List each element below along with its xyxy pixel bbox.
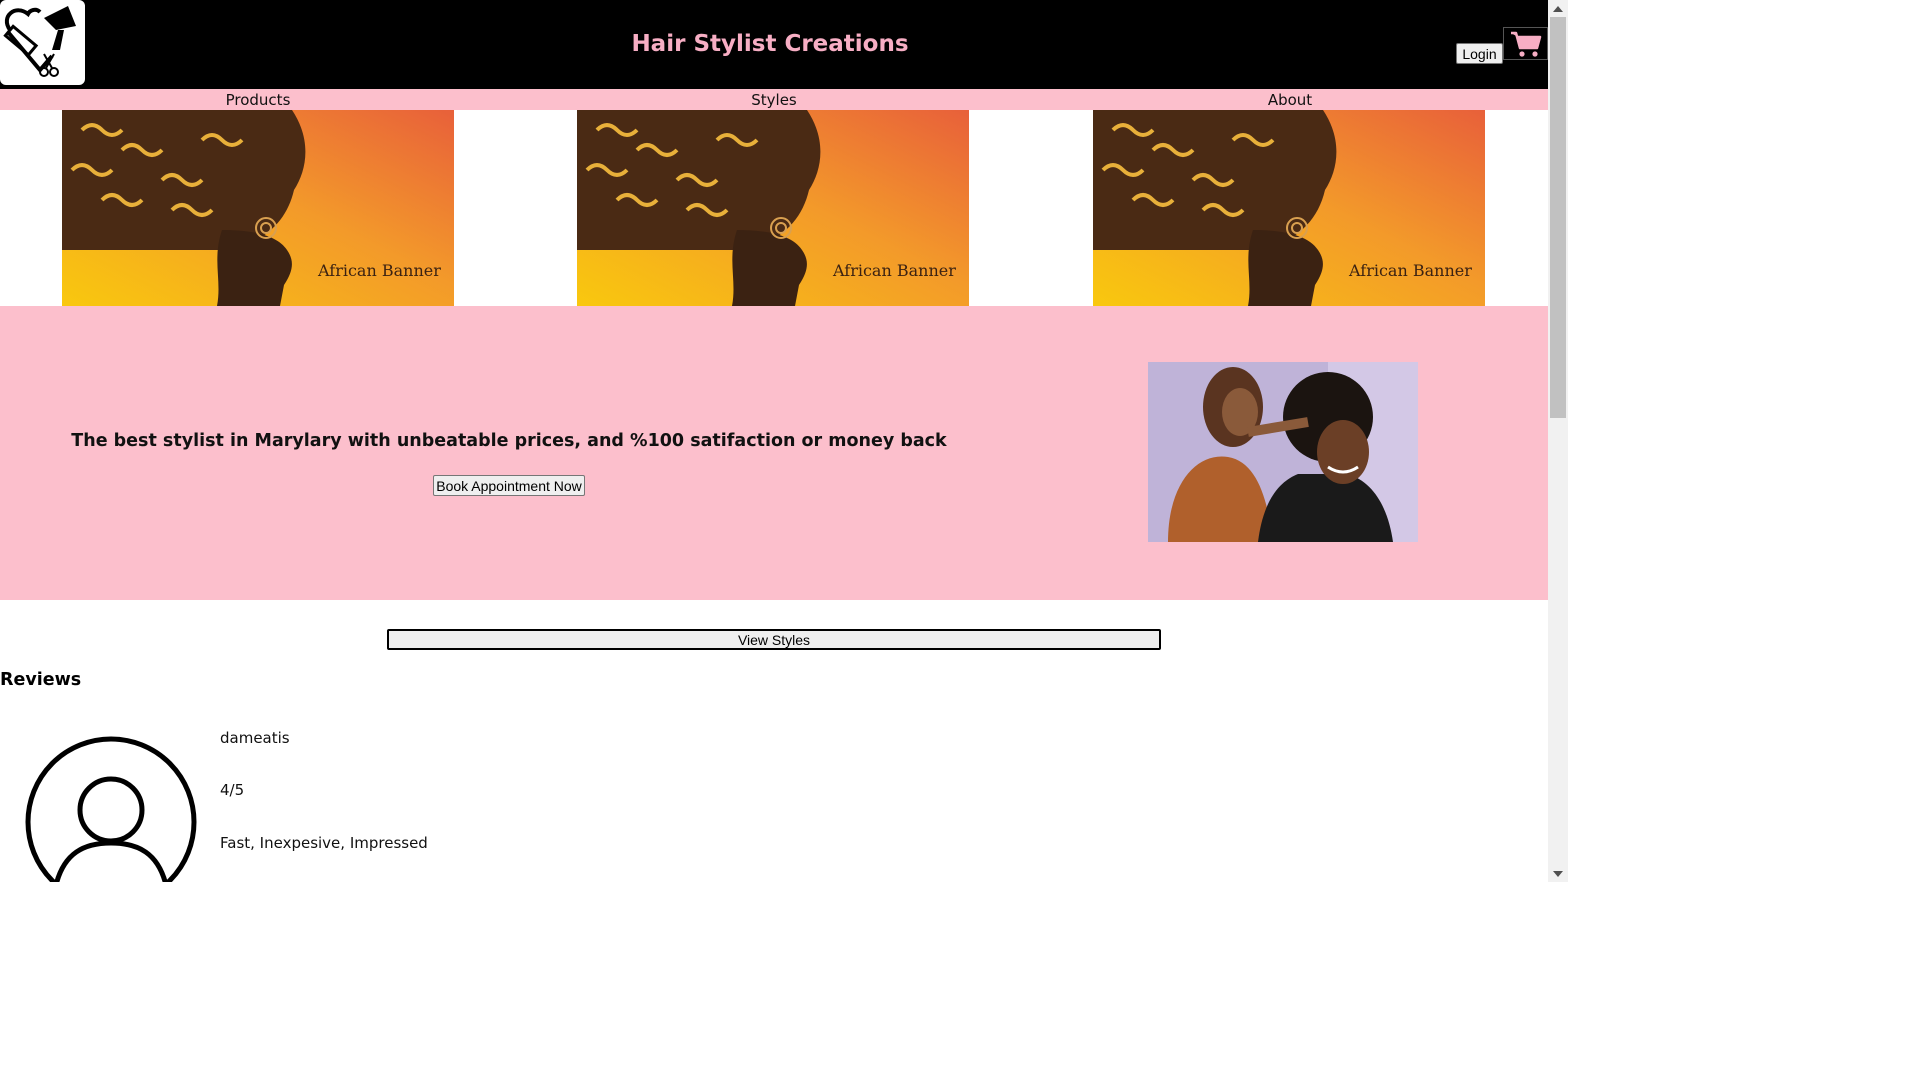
login-button[interactable]: Login bbox=[1456, 43, 1503, 64]
cart-button[interactable] bbox=[1503, 27, 1548, 60]
review-rating: 4/5 bbox=[220, 781, 245, 799]
scrollbar-thumb[interactable] bbox=[1550, 17, 1566, 418]
svg-text:African Banner: African Banner bbox=[832, 261, 956, 280]
banner-row: African Banner African Banner African Ba… bbox=[0, 110, 1548, 306]
page: Hair Stylist Creations Login Products St… bbox=[0, 0, 1568, 882]
scroll-down-arrow-icon[interactable] bbox=[1548, 865, 1568, 882]
shopping-cart-icon bbox=[1510, 31, 1541, 57]
svg-text:African Banner: African Banner bbox=[317, 261, 441, 280]
african-banner-image: African Banner bbox=[577, 110, 969, 306]
scroll-up-arrow-icon[interactable] bbox=[1548, 0, 1568, 17]
reviews-heading: Reviews bbox=[0, 670, 82, 690]
review-comment: Fast, Inexpesive, Impressed bbox=[220, 834, 428, 852]
site-header: Hair Stylist Creations Login bbox=[0, 0, 1548, 89]
review-username: dameatis bbox=[220, 729, 290, 747]
nav-item-styles[interactable]: Styles bbox=[516, 89, 1032, 110]
african-banner-image: African Banner bbox=[1093, 110, 1485, 306]
avatar bbox=[24, 735, 198, 882]
hero-tagline: The best stylist in Marylary with unbeat… bbox=[71, 431, 947, 451]
hero-section: The best stylist in Marylary with unbeat… bbox=[0, 306, 1548, 600]
nav-item-products[interactable]: Products bbox=[0, 89, 516, 110]
main-nav: Products Styles About bbox=[0, 89, 1548, 110]
view-styles-button[interactable]: View Styles bbox=[387, 629, 1161, 650]
site-title: Hair Stylist Creations bbox=[631, 31, 909, 57]
african-banner-image: African Banner bbox=[62, 110, 454, 306]
book-appointment-button[interactable]: Book Appointment Now bbox=[433, 475, 585, 496]
nav-item-about[interactable]: About bbox=[1032, 89, 1548, 110]
salon-photo bbox=[1148, 362, 1418, 542]
user-avatar-icon bbox=[25, 736, 197, 882]
svg-text:African Banner: African Banner bbox=[1348, 261, 1472, 280]
